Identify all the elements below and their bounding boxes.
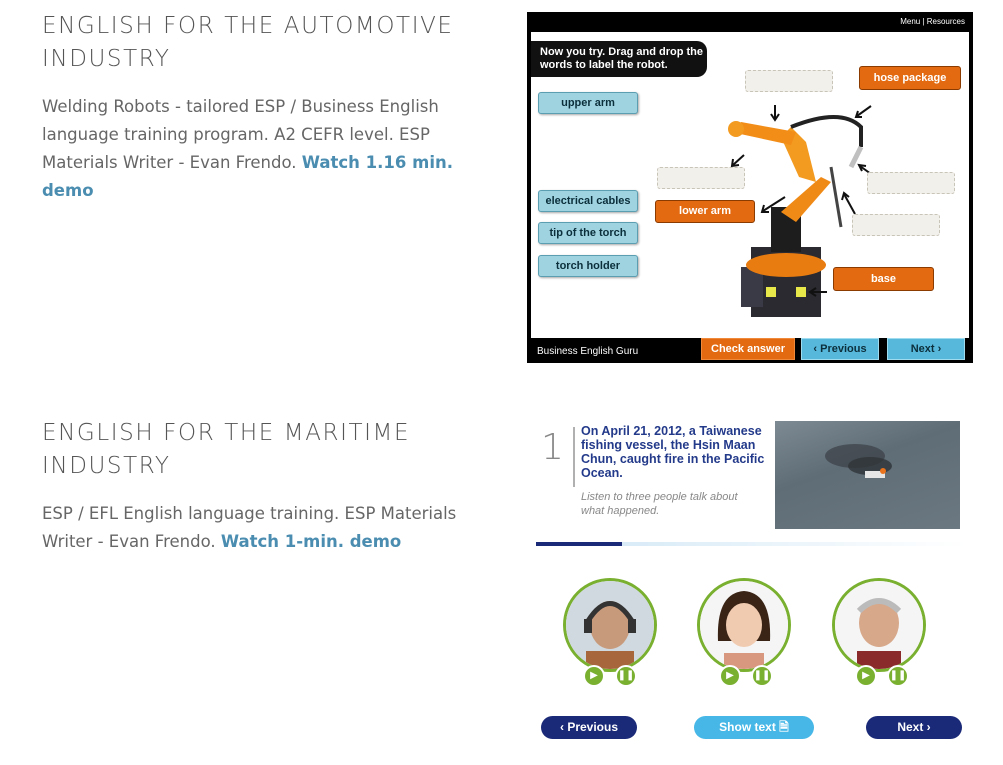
- drop-slot-1[interactable]: [745, 70, 833, 92]
- demo-menu-links[interactable]: Menu | Resources: [900, 17, 965, 26]
- previous-button[interactable]: ‹ Previous: [801, 338, 879, 360]
- draggable-label-electrical-cables[interactable]: electrical cables: [538, 190, 638, 212]
- previous-label: Previous: [820, 343, 867, 355]
- speaker-3-play-icon[interactable]: ▶: [855, 665, 877, 687]
- draggable-label-tip-of-torch[interactable]: tip of the torch: [538, 222, 638, 244]
- show-text-button[interactable]: Show text 🗎: [694, 716, 814, 739]
- speaker-2-pause-icon[interactable]: ❚❚: [751, 665, 773, 687]
- draggable-label-upper-arm[interactable]: upper arm: [538, 92, 638, 114]
- progress-fill: [536, 542, 622, 546]
- placed-label-lower-arm[interactable]: lower arm: [655, 200, 755, 223]
- chevron-right-icon: ›: [923, 720, 931, 734]
- man-portrait: [835, 581, 923, 669]
- maritime-previous-button[interactable]: ‹ Previous: [541, 716, 637, 739]
- speaker-1-pause-icon[interactable]: ❚❚: [615, 665, 637, 687]
- vessel-smoke-illustration: [825, 444, 892, 478]
- placed-label-base[interactable]: base: [833, 267, 934, 291]
- document-icon: 🗎: [775, 720, 789, 734]
- next-button[interactable]: Next ›: [887, 338, 965, 360]
- maritime-title: ENGLISH FOR THE MARITIME INDUSTRY: [42, 420, 411, 479]
- news-headline: On April 21, 2012, a Taiwanese fishing v…: [581, 424, 765, 480]
- maritime-previous-label: Previous: [567, 720, 619, 734]
- listen-instruction: Listen to three people talk about what h…: [581, 491, 738, 517]
- speaker-2-avatar: [697, 578, 791, 672]
- maritime-demo-player[interactable]: 1 On April 21, 2012, a Taiwanese fishing…: [534, 415, 970, 745]
- draggable-label-torch-holder[interactable]: torch holder: [538, 255, 638, 277]
- show-text-label: Show text: [719, 720, 776, 734]
- demo-instruction: Now you try. Drag and drop the words to …: [531, 41, 707, 77]
- woman-portrait: [700, 581, 788, 669]
- woman-headset-portrait: [566, 581, 654, 669]
- check-answer-button[interactable]: Check answer: [701, 338, 795, 360]
- automotive-description: Welding Robots - tailored ESP / Business…: [42, 93, 502, 205]
- chevron-right-icon: ›: [934, 343, 942, 355]
- demo-footer: Business English Guru Check answer ‹ Pre…: [527, 338, 973, 363]
- maritime-description: ESP / EFL English language training. ESP…: [42, 500, 502, 556]
- speaker-2-play-icon[interactable]: ▶: [719, 665, 741, 687]
- speaker-3-avatar: [832, 578, 926, 672]
- placed-label-hose-package[interactable]: hose package: [859, 66, 961, 90]
- speaker-1-play-icon[interactable]: ▶: [583, 665, 605, 687]
- maritime-next-label: Next: [897, 720, 924, 734]
- step-number: 1: [541, 427, 564, 468]
- burning-vessel-photo: [775, 421, 960, 529]
- drop-slot-4[interactable]: [852, 214, 940, 236]
- step-divider: [573, 427, 575, 487]
- next-label: Next: [910, 343, 935, 355]
- maritime-next-button[interactable]: Next ›: [866, 716, 962, 739]
- speaker-1-avatar: [563, 578, 657, 672]
- drop-slot-2[interactable]: [657, 167, 745, 189]
- drop-slot-3[interactable]: [867, 172, 955, 194]
- automotive-title: ENGLISH FOR THE AUTOMOTIVE INDUSTRY: [42, 13, 454, 72]
- brand-name: Business English Guru: [537, 346, 639, 357]
- speaker-3-pause-icon[interactable]: ❚❚: [887, 665, 909, 687]
- maritime-demo-link[interactable]: Watch 1-min. demo: [221, 532, 401, 551]
- automotive-demo-player[interactable]: Menu | Resources Now you try. Drag and d…: [527, 12, 973, 363]
